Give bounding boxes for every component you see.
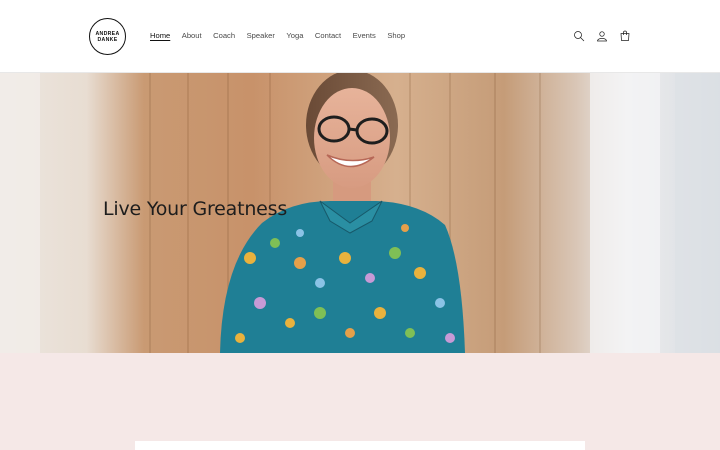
logo[interactable]: ANDREA DANKE [89, 18, 126, 55]
header-icons [572, 29, 632, 43]
content-card [135, 441, 585, 450]
nav-item-yoga[interactable]: Yoga [286, 30, 303, 42]
nav-item-contact[interactable]: Contact [315, 30, 341, 42]
search-icon[interactable] [572, 29, 586, 43]
nav-item-coach[interactable]: Coach [213, 30, 235, 42]
hero-title: Live Your Greatness [103, 198, 288, 220]
logo-line-2: DANKE [97, 36, 118, 43]
site-header: ANDREA DANKE Home About Coach Speaker Yo… [0, 0, 720, 73]
nav-item-about[interactable]: About [182, 30, 202, 42]
nav-item-shop[interactable]: Shop [387, 30, 405, 42]
main-nav: Home About Coach Speaker Yoga Contact Ev… [150, 30, 417, 42]
account-icon[interactable] [595, 29, 609, 43]
nav-item-events[interactable]: Events [353, 30, 376, 42]
content-section [0, 353, 720, 450]
hero-banner: Live Your Greatness [0, 73, 720, 353]
nav-item-home[interactable]: Home [150, 30, 170, 42]
cart-icon[interactable] [618, 29, 632, 43]
nav-item-speaker[interactable]: Speaker [247, 30, 275, 42]
